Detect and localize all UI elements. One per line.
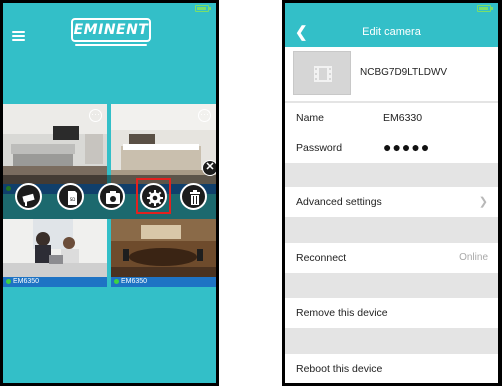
camera-label: EM6350 bbox=[111, 277, 216, 287]
office-image bbox=[3, 219, 107, 277]
chevron-right-icon: ❯ bbox=[478, 196, 488, 208]
remove-device-label: Remove this device bbox=[296, 307, 388, 319]
camera-thumbnail[interactable]: ··· bbox=[111, 104, 216, 184]
left-phone-frame: EMINENT ··· ··· SD ✕ EM6350 EM6350 bbox=[0, 0, 219, 386]
camera-thumbnail[interactable] bbox=[3, 219, 107, 277]
camera-icon[interactable] bbox=[15, 183, 42, 210]
brand-logo: EMINENT bbox=[71, 18, 151, 46]
app-header: ❮ Edit camera bbox=[285, 3, 498, 47]
page-title: Edit camera bbox=[362, 26, 421, 38]
device-thumbnail[interactable] bbox=[293, 51, 351, 95]
camera-name: EM6350 bbox=[13, 278, 40, 285]
film-icon bbox=[314, 66, 332, 82]
more-options-icon[interactable]: ··· bbox=[89, 109, 102, 122]
meeting-room-image bbox=[111, 219, 216, 277]
advanced-settings-item[interactable]: Advanced settings ❯ bbox=[285, 187, 498, 217]
settings-highlight-box bbox=[136, 178, 171, 214]
camera-thumbnail[interactable]: ··· bbox=[3, 104, 107, 184]
close-icon[interactable]: ✕ bbox=[202, 160, 216, 176]
password-field[interactable]: Password ●●●●● bbox=[285, 133, 498, 163]
reboot-device-item[interactable]: Reboot this device bbox=[285, 354, 498, 383]
password-label: Password bbox=[296, 142, 343, 154]
name-label: Name bbox=[296, 112, 325, 124]
camera-name: EM6350 bbox=[121, 278, 148, 285]
reboot-device-label: Reboot this device bbox=[296, 363, 383, 375]
camera-thumbnail[interactable] bbox=[111, 219, 216, 277]
svg-text:SD: SD bbox=[70, 197, 76, 202]
password-value[interactable]: ●●●●● bbox=[383, 139, 430, 155]
edit-camera-screen: ❮ Edit camera NCBG7D9LTLDWV Name EM6330 … bbox=[285, 3, 498, 383]
reconnect-item[interactable]: Reconnect Online bbox=[285, 243, 498, 273]
camera-label: EM6350 bbox=[3, 277, 107, 287]
advanced-settings-label: Advanced settings bbox=[296, 196, 382, 208]
more-options-icon[interactable]: ··· bbox=[198, 109, 211, 122]
name-field[interactable]: Name EM6330 bbox=[285, 103, 498, 133]
online-indicator-icon bbox=[114, 279, 119, 284]
connection-status: Online bbox=[459, 252, 488, 263]
right-phone-frame: ❮ Edit camera NCBG7D9LTLDWV Name EM6330 … bbox=[282, 0, 502, 386]
camera-list-screen: EMINENT ··· ··· SD ✕ EM6350 EM6350 bbox=[3, 3, 216, 383]
menu-icon[interactable] bbox=[12, 31, 25, 41]
trash-icon[interactable] bbox=[180, 183, 207, 210]
snapshot-icon[interactable] bbox=[98, 183, 125, 210]
reconnect-label: Reconnect bbox=[296, 252, 347, 264]
device-card: NCBG7D9LTLDWV bbox=[285, 47, 498, 101]
online-indicator-icon bbox=[6, 279, 11, 284]
sd-card-icon[interactable]: SD bbox=[57, 183, 84, 210]
battery-icon bbox=[477, 5, 493, 12]
name-value[interactable]: EM6330 bbox=[383, 112, 422, 124]
device-id: NCBG7D9LTLDWV bbox=[360, 67, 448, 78]
remove-device-item[interactable]: Remove this device bbox=[285, 298, 498, 328]
app-header: EMINENT bbox=[3, 3, 216, 55]
